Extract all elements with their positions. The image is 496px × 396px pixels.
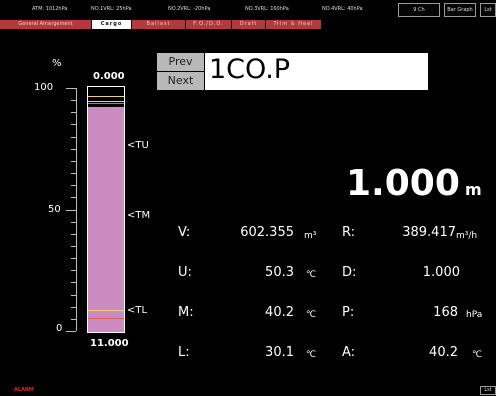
pressure-label: P: (342, 305, 355, 320)
upper-temp-value: 50.3 (265, 265, 294, 280)
tab-fo-do[interactable]: F.O./D.O. (186, 20, 232, 29)
scale-minor-tick (71, 319, 76, 320)
tab-bar: General Arrangement Cargo Ballast F.O./D… (0, 20, 360, 29)
scale-minor-tick (71, 124, 76, 125)
scale-minor-tick (71, 295, 76, 296)
scale-axis (76, 88, 77, 331)
tab-general-arrangement[interactable]: General Arrangement (0, 20, 92, 29)
volume-value: 602.355 (240, 225, 294, 240)
vrl3-readout: NO.3VRL: 160hPa (245, 6, 289, 12)
middle-temp-value: 40.2 (265, 305, 294, 320)
scale-label-0: 0 (56, 323, 63, 334)
scale-minor-tick (71, 307, 76, 308)
tab-cargo[interactable]: Cargo (92, 20, 132, 29)
lower-temp-label: L: (178, 345, 190, 360)
gauge-alarm-line-low (88, 310, 124, 311)
tank-name: 1CO.P (209, 54, 291, 85)
atm-readout: ATM: 1012hPa (32, 6, 68, 12)
volume-unit: m³ (304, 231, 317, 241)
scale-minor-tick (71, 270, 76, 271)
next-button[interactable]: Next (157, 72, 204, 90)
average-temp-unit: ℃ (472, 350, 483, 360)
upper-temp-label: U: (178, 265, 192, 280)
upper-temp-unit: ℃ (306, 270, 317, 280)
scale-major-tick (66, 88, 76, 89)
average-temp-value: 40.2 (429, 345, 458, 360)
scale-major-tick (66, 210, 76, 211)
scale-label-100: 100 (34, 82, 54, 93)
tab-trim-heel[interactable]: Trim & Heel (266, 20, 322, 29)
gauge-alarm-line-lowlow (88, 318, 124, 319)
scale-minor-tick (71, 197, 76, 198)
scale-major-tick (66, 331, 76, 332)
gauge-unit: % (52, 58, 62, 69)
tab-draft[interactable]: Draft (232, 20, 266, 29)
bar-graph-button[interactable]: Bar Graph (444, 3, 476, 17)
scale-minor-tick (71, 161, 76, 162)
rate-label: R: (342, 225, 356, 240)
scale-label-50: 50 (48, 204, 61, 215)
gauge-bottom-value: 11.000 (90, 338, 129, 349)
rate-value: 389.417 (402, 225, 456, 240)
marker-tm: <TM (127, 210, 151, 221)
lower-temp-value: 30.1 (265, 345, 294, 360)
scale-minor-tick (71, 282, 76, 283)
vrl1-readout: NO.1VRL: 25hPa (91, 6, 132, 12)
vrl2-readout: NO.2VRL: -20hPa (168, 6, 211, 12)
density-label: D: (342, 265, 357, 280)
average-temp-label: A: (342, 345, 356, 360)
level-value: 1.000 (346, 163, 460, 204)
scale-minor-tick (71, 149, 76, 150)
corner-button[interactable]: Lst (480, 386, 496, 395)
marker-tu: <TU (127, 140, 149, 151)
middle-temp-label: M: (178, 305, 194, 320)
scale-minor-tick (71, 112, 76, 113)
channel-button[interactable]: 9 Ch (398, 3, 440, 17)
list-button[interactable]: Lst (480, 3, 496, 17)
scale-minor-tick (71, 258, 76, 259)
status-bar: ATM: 1012hPa NO.1VRL: 25hPa NO.2VRL: -20… (0, 0, 496, 20)
scale-minor-tick (71, 234, 76, 235)
vrl4-readout: NO.4VRL: 40hPa (322, 6, 363, 12)
rate-unit: m³/h (456, 231, 478, 241)
gauge-top-value: 0.000 (93, 71, 125, 82)
gauge-alarm-line-highhigh (88, 103, 124, 104)
level-gauge-fill (88, 107, 124, 332)
level-unit: m (465, 180, 482, 199)
pressure-unit: hPa (466, 310, 483, 320)
scale-minor-tick (71, 100, 76, 101)
pressure-value: 168 (433, 305, 458, 320)
tab-ballast[interactable]: Ballast (132, 20, 186, 29)
middle-temp-unit: ℃ (306, 310, 317, 320)
volume-label: V: (178, 225, 191, 240)
scale-minor-tick (71, 173, 76, 174)
alarm-indicator[interactable]: ALARM (14, 387, 34, 393)
prev-button[interactable]: Prev (157, 53, 204, 71)
gauge-alarm-line-high (88, 101, 124, 102)
scale-minor-tick (71, 137, 76, 138)
lower-temp-unit: ℃ (306, 350, 317, 360)
marker-tl: <TL (127, 305, 148, 316)
tank-name-box: 1CO.P (205, 53, 428, 90)
gauge-alarm-line-upper (88, 96, 124, 97)
density-value: 1.000 (422, 265, 460, 280)
scale-minor-tick (71, 185, 76, 186)
scale-minor-tick (71, 246, 76, 247)
scale-minor-tick (71, 222, 76, 223)
